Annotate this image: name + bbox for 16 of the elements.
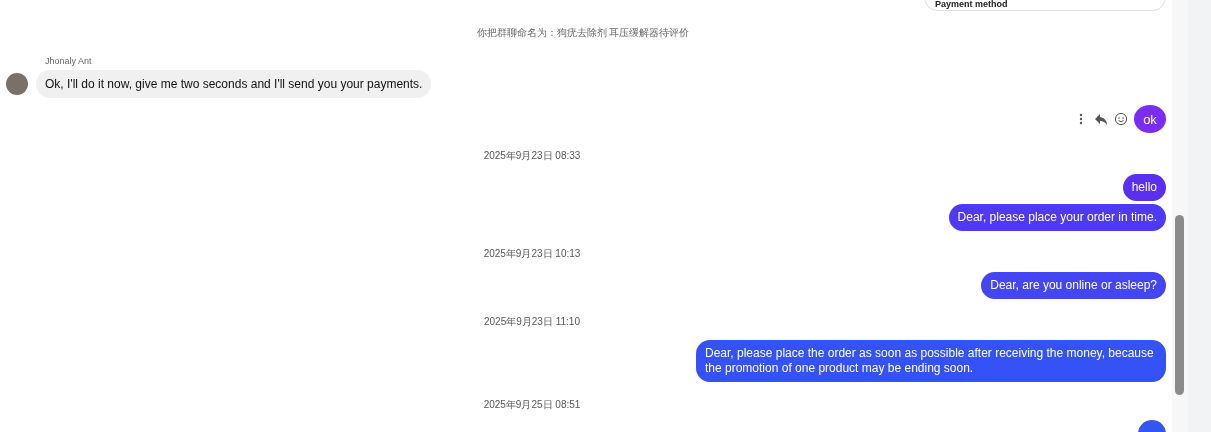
message-bubble[interactable]: Dear, please place the order as soon as possible after receiving the money, because the promotion of one product may be ending soon.	[696, 340, 1166, 382]
message-bubble[interactable]: Dear, are you online or asleep?	[981, 272, 1166, 299]
reply-icon[interactable]	[1094, 112, 1108, 126]
message-bubble[interactable]: ok	[1134, 105, 1166, 133]
sender-name: Jhonaly Ant	[45, 56, 93, 66]
message-bubble[interactable]: hello	[1122, 174, 1166, 201]
emoji-icon[interactable]	[1114, 112, 1128, 126]
group-rename-notice: 你把群聊命名为：狗疣去除剂 耳压缓解器待评价	[476, 26, 690, 40]
avatar[interactable]	[6, 73, 28, 95]
timestamp: 2025年9月25日 08:51	[483, 398, 581, 412]
timestamp: 2025年9月23日 11:10	[484, 315, 580, 329]
scrollbar-thumb[interactable]	[1175, 215, 1184, 395]
timestamp: 2025年9月23日 10:13	[483, 247, 581, 261]
message-bubble[interactable]: Dear, please place your order in time.	[948, 204, 1166, 231]
message-bubble[interactable]: Ok, I'll do it now, give me two seconds and I'll send you your payments.	[36, 70, 432, 98]
timestamp: 2025年9月23日 08:33	[483, 149, 581, 163]
